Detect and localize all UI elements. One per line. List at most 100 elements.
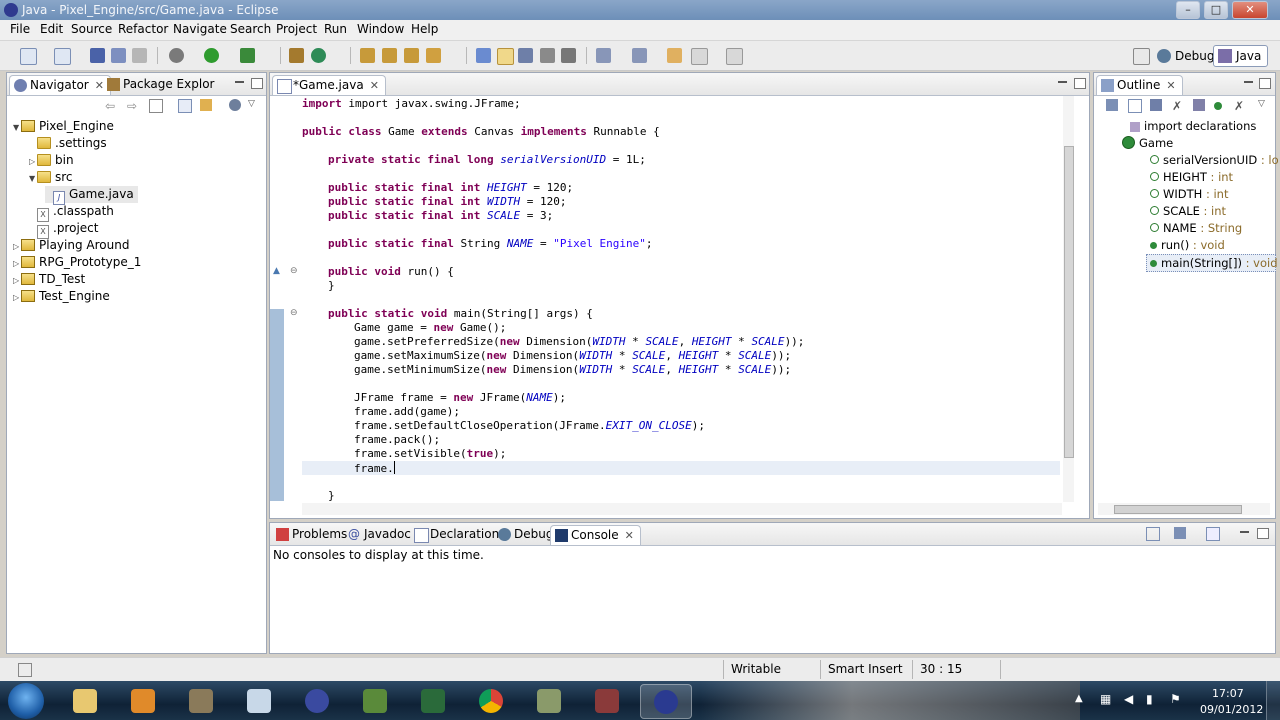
last-edit-location-icon[interactable]	[667, 48, 682, 63]
display-console-icon[interactable]	[1146, 527, 1160, 541]
maximize-view-icon[interactable]	[1257, 528, 1269, 539]
run-icon[interactable]	[204, 48, 219, 63]
taskbar-app-4[interactable]	[234, 684, 284, 717]
menu-refactor[interactable]: Refactor	[116, 22, 170, 36]
tray-expand-icon[interactable]: ▲	[1075, 693, 1083, 704]
new-wizard-icon[interactable]	[20, 48, 37, 65]
volume-icon[interactable]: ◀	[1124, 692, 1133, 706]
coverage-icon[interactable]	[240, 48, 255, 63]
hide-static-icon[interactable]: ✗	[1172, 99, 1182, 113]
print-icon[interactable]	[132, 48, 147, 63]
tree-item-settings[interactable]: .settings	[29, 135, 107, 152]
java-perspective-button[interactable]: Java	[1213, 45, 1269, 67]
action-center-icon[interactable]: ⚑	[1170, 692, 1181, 706]
sort-icon[interactable]	[1128, 99, 1142, 113]
collapse-all-icon[interactable]	[178, 99, 192, 113]
view-menu-icon[interactable]: ▽	[1258, 99, 1265, 109]
scrollbar-thumb[interactable]	[1114, 505, 1242, 514]
maximize-view-icon[interactable]	[251, 78, 263, 89]
maximize-view-icon[interactable]	[1259, 78, 1271, 89]
outline-item-name[interactable]: NAME : String	[1150, 220, 1242, 236]
horizontal-scrollbar[interactable]	[302, 503, 1062, 515]
up-icon[interactable]	[149, 99, 163, 113]
toggle-breadcrumb-icon[interactable]	[476, 48, 491, 63]
taskbar-eclipse-pinned[interactable]	[292, 684, 342, 717]
tab-javadoc[interactable]: @ Javadoc	[344, 525, 417, 544]
tree-item-pixel-engine[interactable]: ▼ Pixel_Engine	[13, 118, 114, 135]
hide-local-types-icon[interactable]	[1214, 102, 1222, 110]
menu-source[interactable]: Source	[69, 22, 114, 36]
save-icon[interactable]	[90, 48, 105, 63]
tree-item-td-test[interactable]: ▷ TD_Test	[13, 271, 85, 288]
fold-toggle-run[interactable]: ⊖	[290, 266, 298, 276]
fast-view-icon[interactable]	[18, 663, 32, 677]
tab-navigator[interactable]: Navigator ✕	[9, 75, 111, 95]
outline-item-imports[interactable]: import declarations	[1130, 118, 1256, 134]
menu-edit[interactable]: Edit	[38, 22, 65, 36]
taskbar-minecraft[interactable]	[350, 684, 400, 717]
scrollbar-thumb[interactable]	[1064, 146, 1074, 458]
close-icon[interactable]: ✕	[1166, 79, 1175, 92]
minimize-button[interactable]: –	[1176, 1, 1200, 19]
outline-item-height[interactable]: HEIGHT : int	[1150, 169, 1233, 185]
tree-item-src[interactable]: ▼ src	[29, 169, 73, 186]
tab-outline[interactable]: Outline ✕	[1096, 75, 1183, 95]
clock-date[interactable]: 09/01/2012	[1200, 703, 1263, 716]
next-annotation-icon[interactable]	[596, 48, 611, 63]
menu-project[interactable]: Project	[274, 22, 319, 36]
network-icon[interactable]: ▦	[1100, 692, 1111, 706]
open-task-icon[interactable]	[382, 48, 397, 63]
minimize-editor-icon[interactable]	[1058, 81, 1067, 83]
filter-icon[interactable]	[229, 99, 241, 111]
back-arrow-icon[interactable]	[691, 48, 708, 65]
taskbar-app-7[interactable]	[408, 684, 458, 717]
close-icon[interactable]: ✕	[625, 529, 634, 542]
open-type-icon[interactable]	[360, 48, 375, 63]
menu-file[interactable]: File	[8, 22, 32, 36]
minimize-view-icon[interactable]	[1244, 81, 1253, 83]
close-icon[interactable]: ✕	[370, 79, 379, 92]
menu-run[interactable]: Run	[322, 22, 349, 36]
vertical-scrollbar[interactable]	[1063, 96, 1074, 502]
tree-item-test-engine[interactable]: ▷ Test_Engine	[13, 288, 110, 305]
edit-tool-icon[interactable]	[426, 48, 441, 63]
taskbar-app-9[interactable]	[524, 684, 574, 717]
tab-console[interactable]: Console ✕	[550, 525, 641, 545]
outline-item-serialversionuid[interactable]: serialVersionUID : lo	[1150, 152, 1279, 168]
menu-window[interactable]: Window	[355, 22, 406, 36]
debug-perspective-button[interactable]: Debug	[1152, 45, 1221, 67]
forward-icon[interactable]: ⇨	[127, 99, 137, 113]
outline-item-main[interactable]: main(String[]) : void	[1146, 254, 1278, 272]
back-icon[interactable]: ⇦	[105, 99, 115, 113]
clock-time[interactable]: 17:07	[1212, 687, 1244, 700]
search-icon[interactable]	[404, 48, 419, 63]
fold-toggle-main[interactable]: ⊖	[290, 308, 298, 318]
word-wrap-icon[interactable]	[540, 48, 555, 63]
tree-item-project[interactable]: X .project	[29, 220, 98, 239]
outline-item-run[interactable]: run() : void	[1150, 237, 1225, 253]
taskbar-app-10[interactable]	[582, 684, 632, 717]
tab-package-explorer[interactable]: Package Explor	[103, 75, 220, 94]
maximize-button[interactable]: □	[1204, 1, 1228, 19]
tree-item-classpath[interactable]: X .classpath	[29, 203, 114, 222]
new-java-project-icon[interactable]	[289, 48, 304, 63]
taskbar-chrome[interactable]	[466, 684, 516, 717]
open-perspective-icon[interactable]	[1133, 48, 1150, 65]
show-whitespace-icon[interactable]	[561, 48, 576, 63]
tree-item-rpg-prototype[interactable]: ▷ RPG_Prototype_1	[13, 254, 141, 271]
tree-item-game-java[interactable]: J Game.java	[45, 186, 138, 205]
tab-problems[interactable]: Problems	[272, 525, 353, 544]
block-selection-icon[interactable]	[518, 48, 533, 63]
link-editor-icon[interactable]: ✗	[1234, 99, 1244, 113]
view-menu-icon[interactable]: ▽	[248, 99, 255, 109]
menu-help[interactable]: Help	[409, 22, 440, 36]
pin-console-icon[interactable]	[1174, 527, 1186, 539]
new-class-icon[interactable]	[311, 48, 326, 63]
taskbar-media-player[interactable]	[118, 684, 168, 717]
save-all-icon[interactable]	[111, 48, 126, 63]
start-button[interactable]	[8, 683, 44, 719]
menu-search[interactable]: Search	[228, 22, 273, 36]
mark-occurrences-icon[interactable]	[497, 48, 514, 65]
new-file-icon[interactable]	[54, 48, 71, 65]
open-console-icon[interactable]	[1206, 527, 1220, 541]
